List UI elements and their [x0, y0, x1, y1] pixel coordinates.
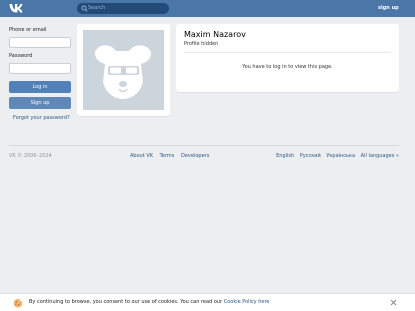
avatar [83, 30, 164, 110]
profile-name: Maxim Nazarov [184, 30, 246, 39]
header-signup-link[interactable]: sign up [378, 5, 399, 12]
cookie-message: By continuing to browse, you consent to … [29, 299, 270, 306]
footer-links: About VK Terms Developers [130, 153, 214, 160]
cookie-text: By continuing to browse, you consent to … [29, 299, 224, 305]
lang-russian[interactable]: Русский [300, 153, 321, 159]
close-icon[interactable] [390, 299, 397, 306]
password-label: Password [9, 53, 33, 59]
top-navigation-bar: Search sign up [0, 0, 415, 17]
forgot-password-link[interactable]: Forgot your password? [13, 115, 70, 122]
footer-divider [9, 145, 399, 146]
divider [184, 52, 391, 53]
footer-languages: English Русский Українська All languages… [272, 153, 399, 160]
footer-copyright: VK © 2006–2024 [9, 153, 52, 159]
cookie-icon [13, 298, 23, 308]
login-button[interactable]: Log in [9, 81, 71, 93]
cookie-policy-link[interactable]: Cookie Policy here [224, 299, 270, 305]
avatar-card [77, 24, 170, 116]
lang-all[interactable]: All languages » [361, 153, 399, 159]
phone-label: Phone or email [9, 27, 47, 33]
vk-logo-icon[interactable] [9, 3, 23, 13]
cookie-banner: By continuing to browse, you consent to … [0, 293, 415, 311]
default-avatar-dog-icon [95, 45, 151, 99]
lang-english[interactable]: English [276, 153, 294, 159]
signup-button[interactable]: Sign up [9, 97, 71, 109]
footer-link-developers[interactable]: Developers [181, 153, 209, 159]
footer-link-terms[interactable]: Terms [160, 153, 175, 159]
private-profile-message: You have to log in to view this page. [242, 64, 333, 70]
footer-link-about[interactable]: About VK [130, 153, 153, 159]
password-field[interactable] [9, 63, 71, 74]
search-placeholder: Search [88, 5, 106, 11]
lang-ukrainian[interactable]: Українська [326, 153, 355, 159]
profile-status: Profile hidden [184, 41, 219, 47]
profile-info-card: Maxim Nazarov Profile hidden You have to… [176, 24, 399, 92]
search-icon [81, 5, 88, 12]
phone-email-field[interactable] [9, 37, 71, 48]
search-input[interactable]: Search [77, 3, 169, 14]
